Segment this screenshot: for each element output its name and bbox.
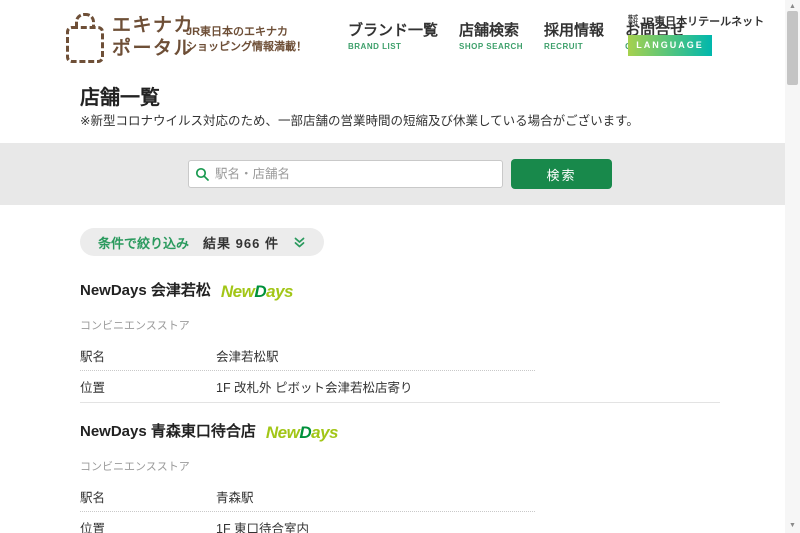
search-button[interactable]: 検索: [511, 159, 612, 189]
search-bar: 検索: [0, 143, 800, 205]
table-row: 駅名 青森駅: [80, 481, 535, 512]
store-name[interactable]: NewDays 会津若松: [80, 280, 211, 302]
scrollbar-thumb[interactable]: [787, 11, 798, 85]
filter-label: 条件で絞り込み: [98, 233, 189, 252]
store-category: コンビニエンスストア: [80, 459, 720, 475]
logo-line2: ポータル: [112, 38, 194, 59]
store-detail-table: 駅名 青森駅 位置 1F 東口待合室内: [80, 481, 535, 533]
row-label-station: 駅名: [80, 487, 216, 506]
site-logo[interactable]: エキナカ ポータル: [66, 13, 194, 63]
site-logo-text: エキナカ ポータル: [112, 15, 194, 61]
nav-shop-search[interactable]: 店舗検索 SHOP SEARCH: [459, 22, 523, 51]
table-row: 位置 1F 改札外 ピボット会津若松店寄り: [80, 371, 535, 402]
nav-shop-search-en: SHOP SEARCH: [459, 42, 523, 51]
row-value-station: 会津若松駅: [216, 346, 279, 365]
site-tagline: JR東日本のエキナカ ショッピング情報満載！: [186, 25, 307, 55]
row-label-location: 位置: [80, 518, 216, 533]
store-card: NewDays 会津若松 NewDays コンビニエンスストア 駅名 会津若松駅…: [80, 280, 720, 402]
corporate-link[interactable]: 株式 会社 JR東日本リテールネット: [628, 13, 764, 29]
row-label-location: 位置: [80, 377, 216, 396]
nav-brand-list[interactable]: ブランド一覧 BRAND LIST: [348, 22, 438, 51]
page-head: 店舗一覧 ※新型コロナウイルス対応のため、一部店舗の営業時間の短縮及び休業してい…: [0, 75, 800, 143]
store-list: 条件で絞り込み 結果 966 件 NewDays 会津若松 NewDays コン…: [0, 205, 800, 533]
store-category: コンビニエンスストア: [80, 318, 720, 334]
double-chevron-down-icon: [293, 236, 306, 249]
nav-recruit[interactable]: 採用情報 RECRUIT: [544, 22, 604, 51]
row-value-location: 1F 東口待合室内: [216, 518, 309, 533]
covid-notice: ※新型コロナウイルス対応のため、一部店舗の営業時間の短縮及び休業している場合がご…: [80, 112, 720, 131]
row-label-station: 駅名: [80, 346, 216, 365]
scrollbar[interactable]: ▲ ▼: [785, 0, 800, 533]
scrollbar-down-arrow[interactable]: ▼: [785, 520, 800, 532]
logo-line1: エキナカ: [112, 15, 194, 36]
shopping-bag-icon: [66, 13, 104, 63]
newdays-brand-logo[interactable]: NewDays: [266, 424, 338, 441]
row-value-station: 青森駅: [216, 487, 254, 506]
corporate-name: JR東日本リテールネット: [640, 13, 764, 29]
store-title-row: NewDays 青森東口待合店 NewDays: [80, 421, 720, 443]
page-title: 店舗一覧: [80, 84, 720, 112]
table-row: 位置 1F 東口待合室内: [80, 512, 535, 533]
kabushiki-mark: 株式 会社: [628, 16, 638, 27]
store-card: NewDays 青森東口待合店 NewDays コンビニエンスストア 駅名 青森…: [80, 421, 720, 533]
nav-brand-list-en: BRAND LIST: [348, 42, 438, 51]
store-title-row: NewDays 会津若松 NewDays: [80, 280, 720, 302]
site-header: エキナカ ポータル JR東日本のエキナカ ショッピング情報満載！ ブランド一覧 …: [0, 0, 800, 75]
search-input[interactable]: [188, 160, 503, 188]
nav-brand-list-jp: ブランド一覧: [348, 22, 438, 40]
row-value-location: 1F 改札外 ピボット会津若松店寄り: [216, 377, 413, 396]
language-button[interactable]: LANGUAGE: [628, 35, 712, 56]
nav-recruit-jp: 採用情報: [544, 22, 604, 40]
newdays-brand-logo[interactable]: NewDays: [221, 283, 293, 300]
page: エキナカ ポータル JR東日本のエキナカ ショッピング情報満載！ ブランド一覧 …: [0, 0, 800, 533]
search-box: [188, 160, 503, 188]
filter-toggle-button[interactable]: 条件で絞り込み 結果 966 件: [80, 228, 324, 256]
nav-shop-search-jp: 店舗検索: [459, 22, 523, 40]
store-name[interactable]: NewDays 青森東口待合店: [80, 421, 256, 443]
table-row: 駅名 会津若松駅: [80, 340, 535, 371]
corporate-block: 株式 会社 JR東日本リテールネット LANGUAGE: [628, 13, 764, 56]
card-divider: [80, 402, 720, 403]
result-count: 結果 966 件: [203, 233, 279, 252]
nav-recruit-en: RECRUIT: [544, 42, 604, 51]
store-detail-table: 駅名 会津若松駅 位置 1F 改札外 ピボット会津若松店寄り: [80, 340, 535, 402]
